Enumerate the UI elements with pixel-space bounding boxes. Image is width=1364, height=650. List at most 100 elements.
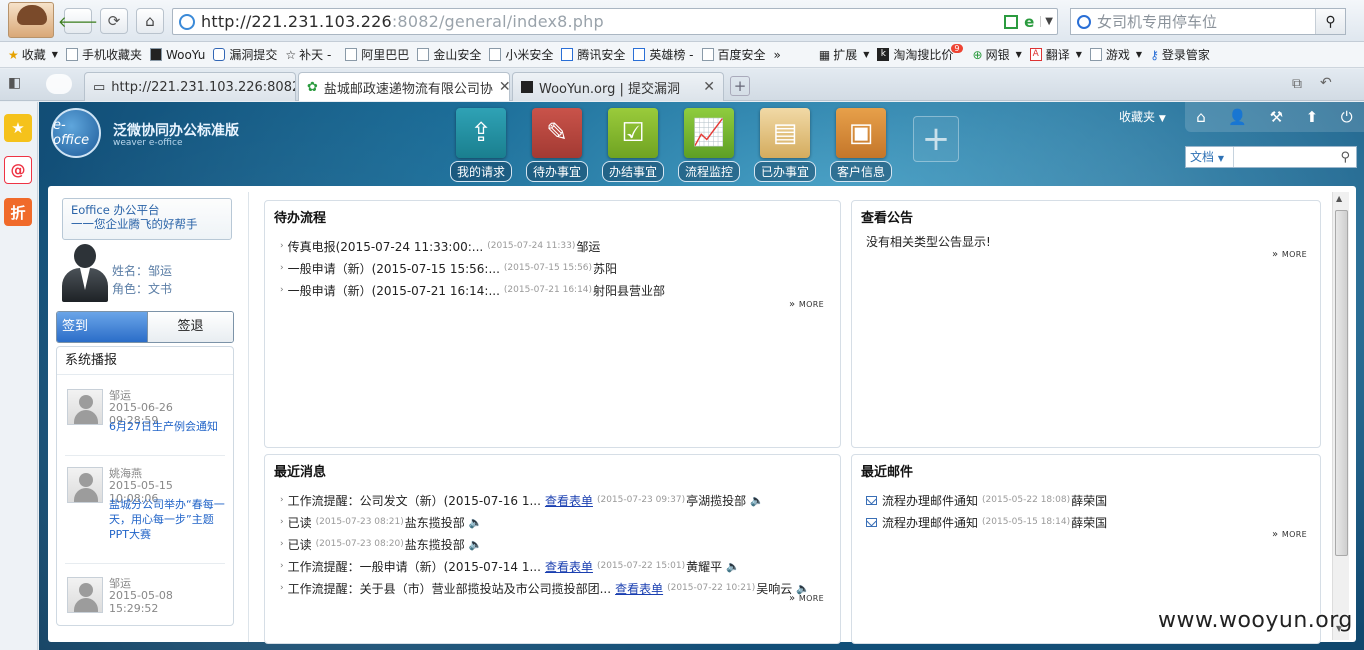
module-done[interactable]: ☑ 办结事宜	[600, 108, 666, 182]
vertical-scrollbar[interactable]: ▲ ▼	[1332, 192, 1349, 640]
speaker-icon[interactable]: 🔈	[469, 538, 483, 551]
fav-label: 扩展	[833, 48, 858, 62]
back-button[interactable]: 🡐	[58, 8, 98, 34]
home-icon[interactable]: ⌂	[1196, 108, 1206, 126]
item-title[interactable]: 传真电报(2015-07-24 11:33:00:...	[288, 238, 484, 255]
sign-in-button[interactable]: 签到	[57, 312, 147, 342]
user-icon[interactable]: 👤	[1228, 108, 1247, 126]
scroll-thumb[interactable]	[1335, 210, 1348, 556]
fav-translate[interactable]: A 翻译 ▼	[1029, 46, 1082, 63]
favorites-star-icon[interactable]: ★	[4, 114, 32, 142]
view-form-link[interactable]: 查看表单	[615, 580, 663, 597]
search-icon[interactable]: ⚲	[1340, 150, 1350, 165]
view-form-link[interactable]: 查看表单	[545, 492, 593, 509]
fav-label: 小米安全	[505, 48, 554, 62]
more-link[interactable]: MORE	[1272, 249, 1307, 260]
mail-subject[interactable]: 流程办理邮件通知	[882, 492, 978, 509]
fav-baidu[interactable]: 百度安全	[701, 46, 766, 63]
fav-login-manager[interactable]: ⚷ 登录管家	[1150, 46, 1210, 63]
mail-subject[interactable]: 流程办理邮件通知	[882, 514, 978, 531]
user-avatar[interactable]	[8, 2, 54, 38]
fav-alibaba[interactable]: 阿里巴巴	[345, 46, 409, 63]
module-monitor[interactable]: 📈 流程监控	[676, 108, 742, 182]
home-button[interactable]: ⌂	[136, 8, 164, 34]
favorites-dropdown[interactable]: 收藏夹 ▼	[1119, 108, 1166, 125]
search-input[interactable]: 女司机专用停车位	[1097, 11, 1315, 32]
search-engine-icon[interactable]	[1077, 14, 1091, 29]
power-icon[interactable]: ⏻	[1341, 108, 1353, 126]
speaker-icon[interactable]: 🔈	[750, 494, 764, 507]
fav-label: 手机收藏夹	[81, 48, 142, 62]
module-customer[interactable]: ▣ 客户信息	[828, 108, 894, 182]
fav-heroes[interactable]: 英雄榜 -	[633, 46, 694, 63]
search-button[interactable]: ⚲	[1315, 9, 1345, 34]
speaker-icon[interactable]: 🔈	[469, 516, 483, 529]
qr-icon[interactable]	[1004, 14, 1019, 29]
doc-search[interactable]: 文档 ▼ ⚲	[1185, 146, 1357, 168]
dropdown-icon[interactable]: ▼	[1040, 16, 1053, 27]
item-title[interactable]: 一般申请（新）(2015-07-21 16:14:...	[288, 282, 500, 299]
user-avatar-icon	[60, 242, 108, 304]
fav-kingsoft[interactable]: 金山安全	[417, 46, 481, 63]
fav-vuln-submit[interactable]: 漏洞提交	[213, 46, 277, 63]
fav-xiaomi[interactable]: 小米安全	[489, 46, 553, 63]
browser-search[interactable]: 女司机专用停车位 ⚲	[1070, 8, 1346, 35]
list-item[interactable]: 流程办理邮件通知 (2015-05-22 18:08) 薛荣国	[866, 489, 1306, 511]
fav-overflow[interactable]: »	[774, 48, 781, 62]
fav-mobile[interactable]: 手机收藏夹	[65, 46, 142, 63]
module-handled[interactable]: ▤ 已办事宜	[752, 108, 818, 182]
sign-out-button[interactable]: 签退	[147, 312, 233, 342]
module-todo[interactable]: ✎ 待办事宜	[524, 108, 590, 182]
close-icon[interactable]: ✕	[493, 79, 509, 95]
discount-icon[interactable]: 折	[4, 198, 32, 226]
fav-tencent[interactable]: 腾讯安全	[561, 46, 625, 63]
tab-3[interactable]: WooYun.org | 提交漏洞 ✕	[512, 72, 724, 101]
item-sender: 射阳县营业部	[593, 283, 666, 298]
scroll-up-icon[interactable]: ▲	[1336, 194, 1342, 203]
tab-2[interactable]: ✿ 盐城邮政速递物流有限公司协 ✕	[298, 72, 510, 101]
fav-wooyun[interactable]: WooYu	[149, 48, 205, 62]
mail-at-icon[interactable]: @	[4, 156, 32, 184]
sidebar-toggle-icon[interactable]: ◧	[8, 75, 21, 91]
item-title[interactable]: 一般申请（新）(2015-07-15 15:56:...	[288, 260, 500, 277]
module-label: 待办事宜	[525, 161, 588, 182]
new-tab-button[interactable]: +	[730, 76, 750, 96]
fav-bank[interactable]: ⊕ 网银 ▼	[973, 46, 1022, 63]
fav-label: 登录管家	[1161, 48, 1210, 62]
list-item[interactable]: › 传真电报(2015-07-24 11:33:00:... (2015-07-24…	[280, 235, 840, 257]
module-my-request[interactable]: ⇪ 我的请求	[448, 108, 514, 182]
refresh-button[interactable]: ⟳	[100, 8, 128, 34]
fav-taotao[interactable]: k 淘淘搜比价 9	[877, 44, 964, 63]
cloud-icon[interactable]	[46, 74, 72, 94]
list-item: 邹运 2015-06-26 09:28:59 6月27日生产例会通知	[65, 387, 225, 447]
search-type-select[interactable]: 文档 ▼	[1186, 147, 1234, 167]
more-link[interactable]: MORE	[789, 299, 824, 310]
restore-icon[interactable]: ⧉	[1292, 76, 1302, 92]
translate-icon: A	[1029, 48, 1042, 61]
news-link[interactable]: 6月27日生产例会通知	[109, 419, 227, 434]
close-icon[interactable]: ✕	[697, 79, 715, 95]
news-link[interactable]: 盐城分公司举办“春每一天，用心每一步”主题PPT大赛	[109, 497, 227, 542]
ie-icon[interactable]: e	[1024, 13, 1034, 31]
add-module-button[interactable]: +	[913, 116, 959, 162]
view-form-link[interactable]: 查看表单	[545, 558, 593, 575]
list-item[interactable]: 流程办理邮件通知 (2015-05-15 18:14) 薛荣国	[866, 511, 1306, 533]
tools-icon[interactable]: ⚒	[1270, 108, 1283, 126]
item-sender: 黄耀平	[686, 559, 723, 574]
tab-1[interactable]: ▭http://221.231.103.226:8082✕	[84, 72, 296, 101]
more-link[interactable]: MORE	[1272, 529, 1307, 540]
fav-extensions[interactable]: ▦ 扩展 ▼	[819, 46, 870, 63]
fav-games[interactable]: 游戏 ▼	[1089, 46, 1142, 63]
upload-arrow-icon[interactable]: ⬆	[1306, 108, 1319, 126]
fav-collect[interactable]: ★ 收藏 ▼	[8, 46, 58, 63]
more-link[interactable]: MORE	[789, 593, 824, 604]
system-broadcast-panel: 系统播报 邹运 2015-06-26 09:28:59 6月27日生产例会通知 …	[56, 346, 234, 626]
address-bar[interactable]: http://221.231.103.226:8082/general/inde…	[172, 8, 1058, 35]
speaker-icon[interactable]: 🔈	[726, 560, 740, 573]
list-item[interactable]: › 一般申请（新）(2015-07-21 16:14:... (2015-07-21…	[280, 279, 840, 301]
fav-butian[interactable]: ☆ 补天 -	[285, 46, 331, 63]
fav-label: 百度安全	[717, 48, 766, 62]
undo-icon[interactable]: ↶	[1320, 75, 1332, 91]
back-arrow-icon: 🡐	[57, 12, 99, 31]
list-item[interactable]: › 一般申请（新）(2015-07-15 15:56:... (2015-07-15…	[280, 257, 840, 279]
